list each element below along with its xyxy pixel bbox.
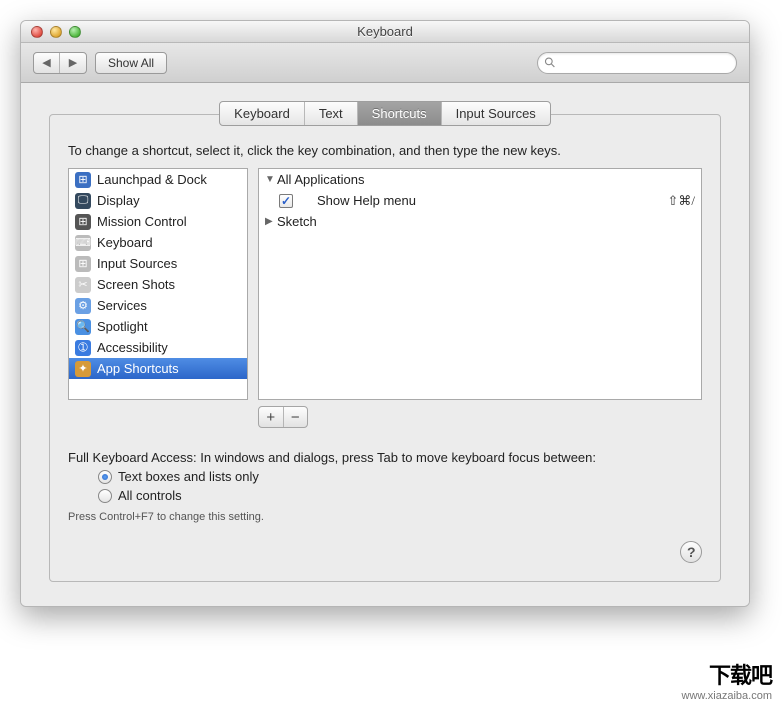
category-item[interactable]: ⊞ Launchpad & Dock — [69, 169, 247, 190]
category-icon: ⌨ — [75, 235, 91, 251]
fka-description: Full Keyboard Access: In windows and dia… — [68, 450, 702, 465]
category-icon: ➀ — [75, 340, 91, 356]
category-item[interactable]: 🔍 Spotlight — [69, 316, 247, 337]
tree-group-label: Sketch — [277, 214, 317, 229]
watermark-logo: 下载吧 — [682, 658, 772, 690]
shortcut-item-label: Show Help menu — [299, 193, 416, 208]
tab-keyboard[interactable]: Keyboard — [220, 102, 305, 125]
shortcuts-groupbox: To change a shortcut, select it, click t… — [49, 114, 721, 582]
shortcut-tree[interactable]: ▼ All Applications ✓ Show Help menu ⇧⌘/ … — [258, 168, 702, 400]
full-keyboard-access-section: Full Keyboard Access: In windows and dia… — [68, 450, 702, 523]
radio-off-icon[interactable] — [98, 489, 112, 503]
search-input[interactable] — [560, 55, 730, 71]
tab-strip: Keyboard Text Shortcuts Input Sources — [219, 101, 551, 126]
category-label: Accessibility — [97, 340, 168, 355]
category-item[interactable]: ⌨ Keyboard — [69, 232, 247, 253]
radio-all-controls[interactable]: All controls — [98, 488, 702, 503]
category-icon: ⊞ — [75, 172, 91, 188]
radio-label: Text boxes and lists only — [118, 469, 259, 484]
category-label: Spotlight — [97, 319, 148, 334]
tab-shortcuts[interactable]: Shortcuts — [358, 102, 442, 125]
checkbox-checked-icon[interactable]: ✓ — [279, 194, 293, 208]
category-label: App Shortcuts — [97, 361, 179, 376]
tab-input-sources[interactable]: Input Sources — [442, 102, 550, 125]
disclosure-right-icon[interactable]: ▶ — [265, 216, 277, 227]
radio-text-boxes-only[interactable]: Text boxes and lists only — [98, 469, 702, 484]
category-icon: ⚙ — [75, 298, 91, 314]
help-button[interactable]: ? — [680, 541, 702, 563]
category-label: Screen Shots — [97, 277, 175, 292]
radio-on-icon[interactable] — [98, 470, 112, 484]
watermark-url: www.xiazaiba.com — [682, 690, 772, 702]
category-label: Keyboard — [97, 235, 153, 250]
category-label: Services — [97, 298, 147, 313]
category-label: Input Sources — [97, 256, 177, 271]
shortcut-key-combo[interactable]: ⇧⌘/ — [667, 193, 695, 209]
search-field[interactable] — [537, 52, 737, 74]
titlebar: Keyboard — [21, 21, 749, 43]
category-item[interactable]: ➀ Accessibility — [69, 337, 247, 358]
tree-group-all-applications[interactable]: ▼ All Applications — [259, 169, 701, 190]
add-button[interactable]: + — [259, 407, 284, 427]
instruction-text: To change a shortcut, select it, click t… — [68, 143, 702, 158]
help-area: ? — [68, 541, 702, 563]
category-item[interactable]: ⊞ Input Sources — [69, 253, 247, 274]
tree-item-show-help-menu[interactable]: ✓ Show Help menu ⇧⌘/ — [259, 190, 701, 211]
category-item[interactable]: ⊞ Mission Control — [69, 211, 247, 232]
tab-text[interactable]: Text — [305, 102, 358, 125]
category-icon: ⊞ — [75, 214, 91, 230]
disclosure-down-icon[interactable]: ▼ — [265, 174, 277, 185]
toolbar: ◀ ▶ Show All — [21, 43, 749, 83]
search-icon — [544, 56, 556, 69]
forward-button[interactable]: ▶ — [60, 53, 86, 73]
category-icon: ✦ — [75, 361, 91, 377]
nav-segment: ◀ ▶ — [33, 52, 87, 74]
category-item[interactable]: ✦ App Shortcuts — [69, 358, 247, 379]
watermark: 下载吧 www.xiazaiba.com — [682, 658, 772, 702]
category-item[interactable]: ⚙ Services — [69, 295, 247, 316]
shortcut-panes: ⊞ Launchpad & Dock 🖵 Display ⊞ Mission Contro… — [68, 168, 702, 400]
show-all-button[interactable]: Show All — [95, 52, 167, 74]
add-remove-segment: + − — [258, 406, 308, 428]
window-title: Keyboard — [21, 24, 749, 39]
content-area: Keyboard Text Shortcuts Input Sources To… — [21, 83, 749, 606]
category-icon: 🖵 — [75, 193, 91, 209]
tab-bar: Keyboard Text Shortcuts Input Sources — [49, 101, 721, 126]
tree-group-sketch[interactable]: ▶ Sketch — [259, 211, 701, 232]
category-list[interactable]: ⊞ Launchpad & Dock 🖵 Display ⊞ Mission Contro… — [68, 168, 248, 400]
category-label: Display — [97, 193, 140, 208]
category-icon: 🔍 — [75, 319, 91, 335]
preferences-window: Keyboard ◀ ▶ Show All Keyboard Text Shor… — [20, 20, 750, 607]
radio-label: All controls — [118, 488, 182, 503]
fka-hint: Press Control+F7 to change this setting. — [68, 511, 702, 523]
category-icon: ✂ — [75, 277, 91, 293]
tree-group-label: All Applications — [277, 172, 364, 187]
category-label: Launchpad & Dock — [97, 172, 207, 187]
remove-button[interactable]: − — [284, 407, 308, 427]
category-label: Mission Control — [97, 214, 187, 229]
category-item[interactable]: ✂ Screen Shots — [69, 274, 247, 295]
back-button[interactable]: ◀ — [34, 53, 60, 73]
category-icon: ⊞ — [75, 256, 91, 272]
category-item[interactable]: 🖵 Display — [69, 190, 247, 211]
